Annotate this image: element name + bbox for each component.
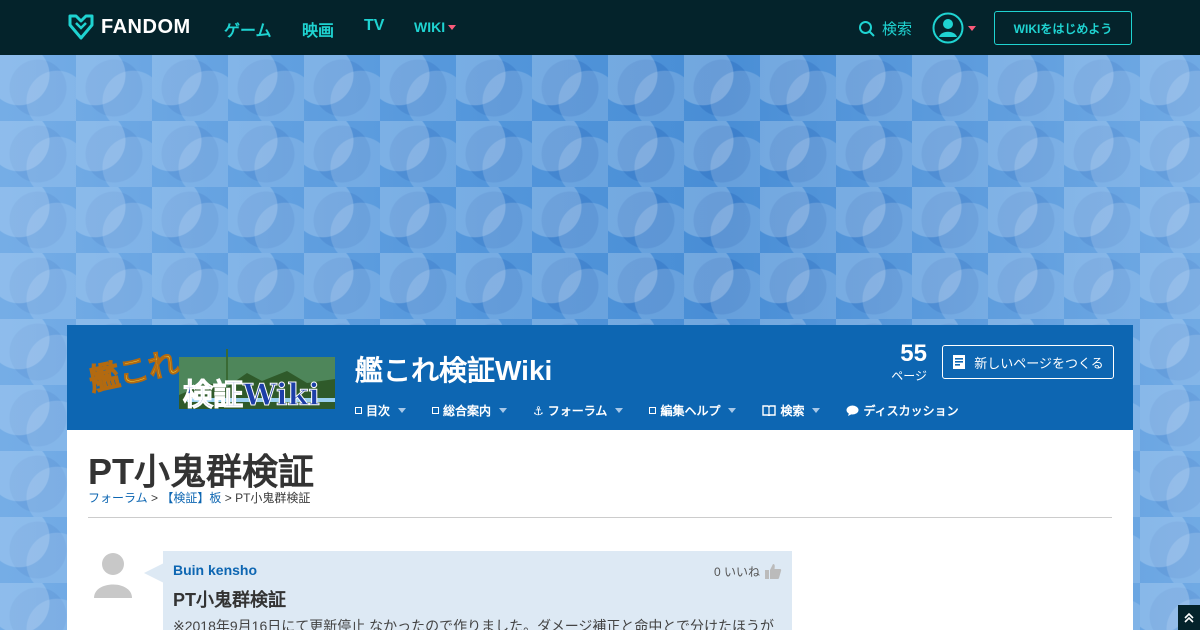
post-title[interactable]: PT小鬼群検証 xyxy=(173,586,286,612)
user-avatar-icon xyxy=(932,12,964,44)
box-icon xyxy=(355,407,362,414)
chevron-down-icon xyxy=(398,408,407,413)
chevron-down-icon xyxy=(968,25,976,31)
post-body: ※2018年9月16日にて更新停止 なかったので作りました。ダメージ補正と命中と… xyxy=(173,618,775,630)
likes-count: 0 いいね xyxy=(713,565,760,579)
book-icon xyxy=(762,405,777,416)
chevron-down-icon xyxy=(728,408,737,413)
wiki-nav-contents[interactable]: 目次 xyxy=(355,402,407,419)
fandom-logo[interactable]: FANDOM xyxy=(67,14,191,40)
page-count-number: 55 xyxy=(900,340,927,367)
search-icon xyxy=(859,20,875,37)
start-wiki-button[interactable]: WIKIをはじめよう xyxy=(994,11,1132,45)
forum-post: Buin kensho 0 いいね PT小鬼群検証 ※2018年9月16日にて更… xyxy=(163,551,792,630)
wiki-nav-forum[interactable]: ⚓ フォーラム xyxy=(533,402,624,419)
new-page-button[interactable]: 新しいページをつくる xyxy=(942,345,1114,379)
default-avatar-icon[interactable] xyxy=(92,550,134,602)
wiki-nav-label: ディスカッション xyxy=(863,404,959,418)
svg-text:検証Wiki: 検証Wiki xyxy=(183,378,320,413)
box-icon xyxy=(649,407,657,414)
page-title: PT小鬼群検証 xyxy=(88,451,315,492)
new-page-icon xyxy=(953,355,966,369)
nav-link-wiki[interactable]: WIKI xyxy=(414,19,457,35)
wiki-logo[interactable]: 艦これ 検証Wiki xyxy=(87,343,337,413)
page-count: 55 ページ xyxy=(891,341,927,384)
breadcrumb: フォーラム > 【検証】板 > PT小鬼群検証 xyxy=(88,489,310,506)
breadcrumb-separator: > xyxy=(224,491,232,505)
wiki-nav-label: 検索 xyxy=(780,404,805,418)
new-page-label: 新しいページをつくる xyxy=(974,355,1104,371)
breadcrumb-separator: > xyxy=(150,491,158,505)
fandom-heart-icon xyxy=(68,14,94,40)
breadcrumb-forum[interactable]: フォーラム xyxy=(88,491,148,505)
chevron-down-icon xyxy=(615,408,624,413)
wiki-nav-label: 総合案内 xyxy=(443,404,492,418)
page-count-label: ページ xyxy=(891,369,927,383)
chevron-down-icon xyxy=(812,408,821,413)
user-menu[interactable] xyxy=(932,12,976,44)
anchor-icon: ⚓ xyxy=(533,403,544,418)
breadcrumb-board[interactable]: 【検証】板 xyxy=(161,491,221,505)
nav-link-movies[interactable]: 映画 xyxy=(302,17,334,41)
wiki-nav-label: 編集ヘルプ xyxy=(660,404,721,418)
wiki-nav-edit-help[interactable]: 編集ヘルプ xyxy=(649,402,737,419)
thumbs-up-icon xyxy=(765,564,782,579)
wiki-nav-discussions[interactable]: ディスカッション xyxy=(846,402,959,419)
global-search[interactable]: 検索 xyxy=(858,18,912,39)
double-chevron-up-icon xyxy=(1184,612,1194,623)
post-author[interactable]: Buin kensho xyxy=(173,562,257,578)
page-content: PT小鬼群検証 フォーラム > 【検証】板 > PT小鬼群検証 Buin ken… xyxy=(67,430,1133,630)
nav-wiki-label: WIKI xyxy=(414,19,446,35)
wiki-nav-search[interactable]: 検索 xyxy=(762,402,821,419)
nav-link-tv[interactable]: TV xyxy=(364,17,384,35)
divider xyxy=(88,517,1112,518)
wiki-local-nav: 目次 総合案内 ⚓ フォーラム 編集ヘルプ 検索 ディスカッション xyxy=(355,402,985,419)
chevron-down-icon xyxy=(499,408,508,413)
speech-bubble-icon xyxy=(846,405,859,416)
post-likes[interactable]: 0 いいね xyxy=(714,563,782,580)
wiki-nav-guide[interactable]: 総合案内 xyxy=(432,402,508,419)
breadcrumb-current: PT小鬼群検証 xyxy=(235,491,311,505)
scroll-to-top-button[interactable] xyxy=(1178,605,1200,630)
fandom-global-nav: FANDOM ゲーム 映画 TV WIKI 検索 WIKIをはじめよう xyxy=(0,0,1200,55)
svg-text:艦これ: 艦これ xyxy=(87,346,182,399)
wiki-nav-label: 目次 xyxy=(366,404,391,418)
post-bubble-tail xyxy=(144,563,164,583)
wiki-nav-label: フォーラム xyxy=(547,404,608,418)
wiki-title[interactable]: 艦これ検証Wiki xyxy=(355,349,552,389)
fandom-wordmark: FANDOM xyxy=(101,15,191,38)
search-label: 検索 xyxy=(882,21,913,38)
wiki-header: 艦これ 検証Wiki 艦これ検証Wiki 55 ページ 新しいページをつくる 目… xyxy=(67,325,1133,430)
nav-link-games[interactable]: ゲーム xyxy=(224,17,272,41)
box-icon xyxy=(432,407,440,414)
chevron-down-icon xyxy=(448,24,457,30)
